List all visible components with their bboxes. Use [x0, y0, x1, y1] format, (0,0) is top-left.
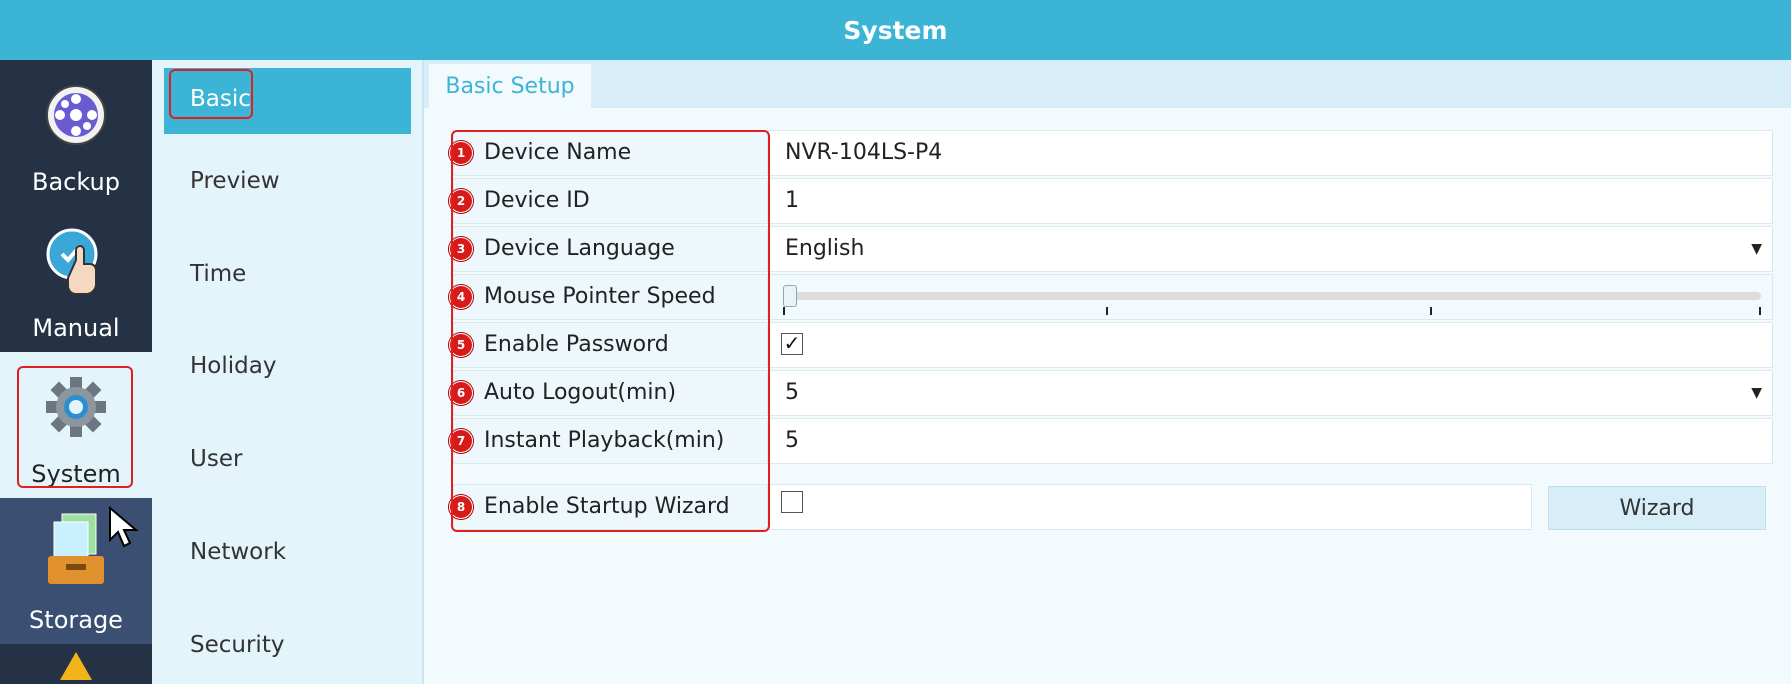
- film-reel-icon: [46, 85, 106, 145]
- startup-wizard-cell: [768, 484, 1532, 530]
- module-alarm[interactable]: [0, 644, 152, 684]
- device-id-input[interactable]: 1: [768, 178, 1773, 224]
- mouse-cursor-icon: [109, 506, 139, 548]
- folder-stack-icon: [48, 513, 104, 584]
- module-manual[interactable]: Manual: [0, 206, 152, 352]
- module-label: Manual: [32, 314, 120, 342]
- slider-tick: [1430, 307, 1432, 315]
- submenu-label: Security: [190, 632, 285, 658]
- submenu-label: Network: [190, 539, 287, 565]
- window-title: System: [0, 0, 1791, 60]
- submenu-item-security[interactable]: Security: [164, 614, 411, 680]
- wizard-button[interactable]: Wizard: [1548, 486, 1766, 530]
- slider-handle[interactable]: [783, 285, 797, 307]
- submenu-label: Holiday: [190, 353, 277, 379]
- device-name-input[interactable]: NVR-104LS-P4: [768, 130, 1773, 176]
- submenu-label: User: [190, 446, 243, 472]
- device-language-select[interactable]: English ▼: [768, 226, 1773, 272]
- slider-tick: [783, 307, 785, 315]
- module-backup[interactable]: Backup: [0, 60, 152, 207]
- startup-wizard-checkbox[interactable]: [781, 491, 803, 513]
- slider-track[interactable]: [783, 292, 1761, 300]
- submenu-item-network[interactable]: Network: [164, 521, 411, 587]
- slider-tick: [1759, 307, 1761, 315]
- caret-down-icon: ▼: [1751, 385, 1762, 401]
- enable-password-checkbox[interactable]: ✓: [781, 333, 803, 355]
- module-label: Backup: [32, 168, 120, 196]
- hand-pointer-icon: [46, 228, 98, 295]
- submenu-item-user[interactable]: User: [164, 428, 411, 494]
- module-sidebar: Backup Manual System Storage: [0, 60, 152, 684]
- alarm-warning-icon: [60, 652, 92, 680]
- slider-tick: [1106, 307, 1108, 315]
- highlight-settings-labels: [451, 130, 770, 532]
- enable-password-cell: ✓: [768, 322, 1773, 368]
- tab-basic-setup[interactable]: Basic Setup: [429, 64, 591, 108]
- submenu-item-time[interactable]: Time: [164, 243, 411, 309]
- highlight-basic-item: [169, 69, 253, 119]
- submenu-label: Time: [190, 261, 247, 287]
- caret-down-icon: ▼: [1751, 241, 1762, 257]
- instant-playback-input[interactable]: 5: [768, 418, 1773, 464]
- submenu-item-preview[interactable]: Preview: [164, 150, 411, 216]
- tab-strip: Basic Setup: [424, 60, 1791, 108]
- auto-logout-select[interactable]: 5 ▼: [768, 370, 1773, 416]
- submenu-label: Preview: [190, 168, 280, 194]
- mouse-speed-slider[interactable]: [768, 274, 1773, 320]
- basic-setup-panel: Basic Setup Device Name 1 NVR-104LS-P4 D…: [422, 60, 1791, 684]
- highlight-system-module: [17, 366, 133, 488]
- device-language-value: English: [785, 236, 865, 261]
- system-submenu: Basic Preview Time Holiday User Network …: [152, 60, 422, 684]
- auto-logout-value: 5: [785, 380, 799, 405]
- module-label: Storage: [29, 606, 123, 634]
- submenu-item-holiday[interactable]: Holiday: [164, 335, 411, 401]
